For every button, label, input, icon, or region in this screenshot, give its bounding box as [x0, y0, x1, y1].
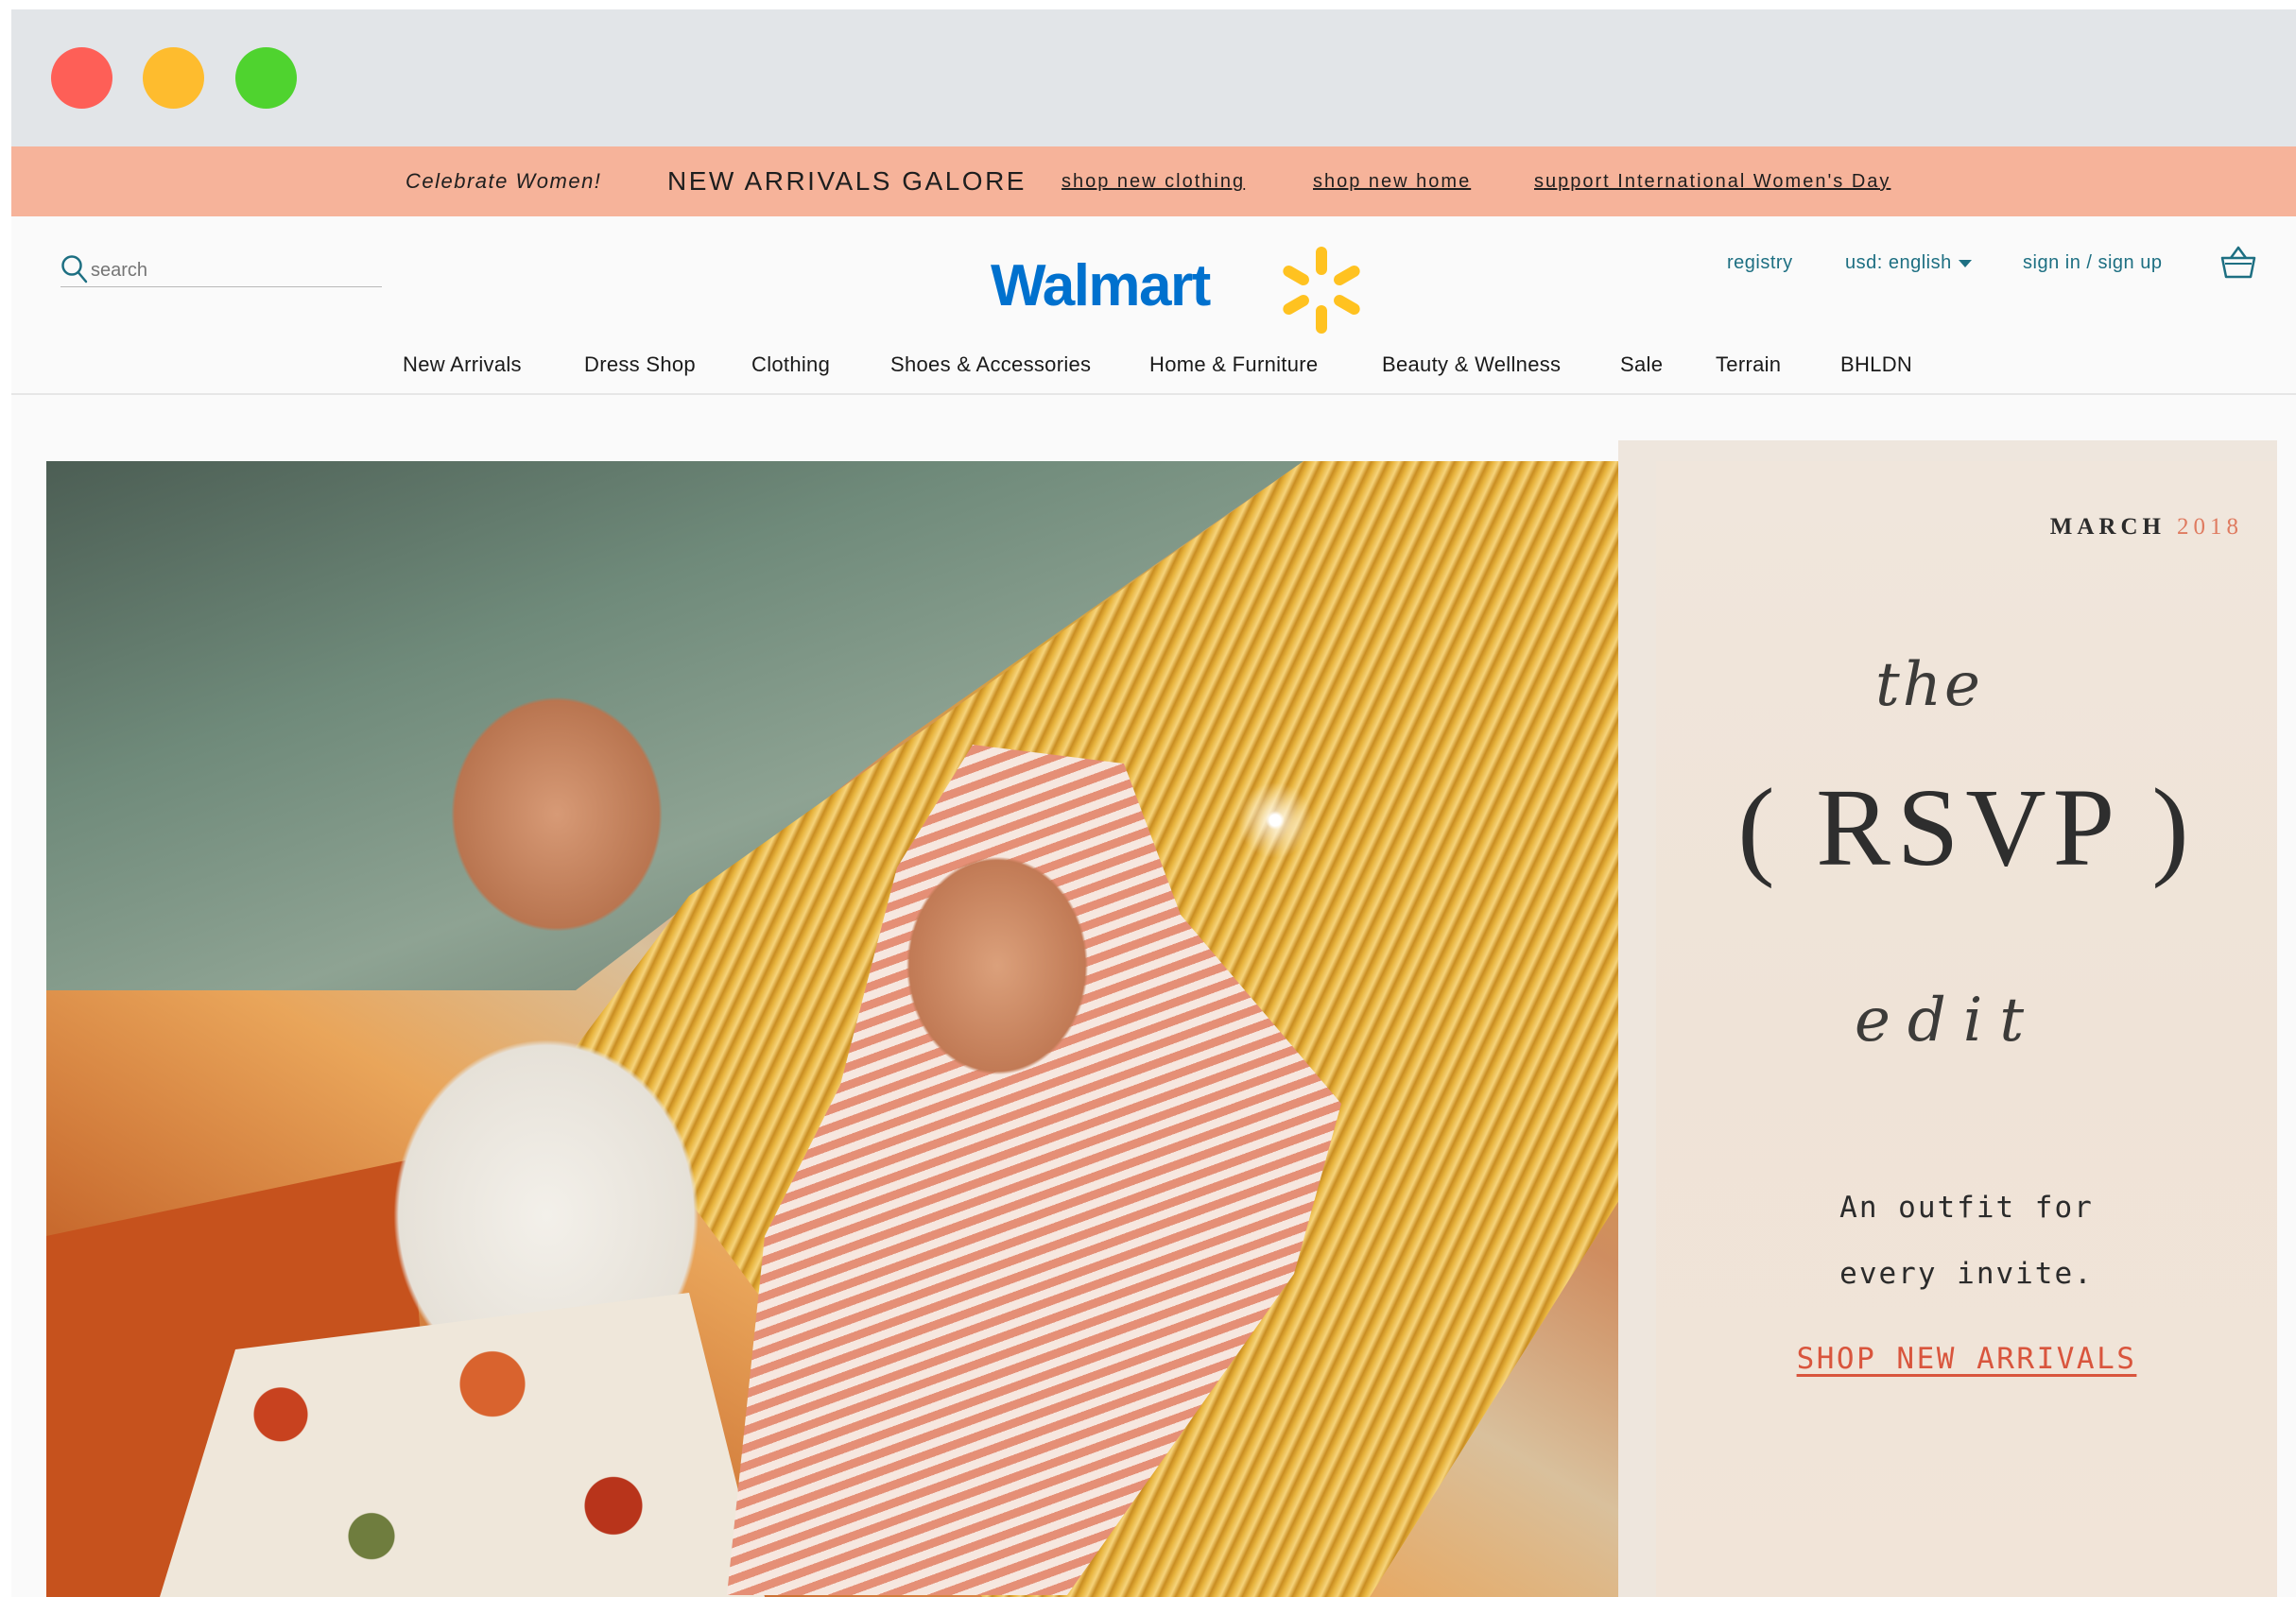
promo-bar: Celebrate Women! NEW ARRIVALS GALORE sho…: [11, 146, 2296, 216]
minimize-window-button[interactable]: [143, 47, 204, 109]
promo-tagline: Celebrate Women!: [406, 169, 602, 193]
nav-bhldn[interactable]: BHLDN: [1840, 344, 1912, 386]
shop-new-home-link[interactable]: shop new home: [1313, 146, 1471, 216]
nav-new-arrivals[interactable]: New Arrivals: [403, 344, 522, 386]
hero-subtitle-line-1: An outfit for: [1839, 1191, 2094, 1225]
logo-wordmark: Walmart: [991, 253, 1211, 318]
issue-month: MARCH: [2049, 514, 2166, 540]
search-icon[interactable]: [60, 254, 89, 284]
site-header: Walmart registry usd: english sign in / …: [11, 216, 2296, 395]
support-womens-day-link[interactable]: support International Women's Day: [1534, 146, 1890, 216]
spark-logo-icon: [1283, 247, 1360, 334]
hero-subtitle-line-2: every invite.: [1839, 1257, 2094, 1291]
hero-panel-card: MARCH 2018 the ( RSVP ) edit An outfit fo…: [1656, 461, 2277, 1597]
promo-headline: NEW ARRIVALS GALORE: [667, 166, 1027, 196]
currency-language-dropdown[interactable]: usd: english: [1845, 252, 1973, 274]
close-window-button[interactable]: [51, 47, 112, 109]
shopping-basket-icon[interactable]: [2219, 245, 2257, 281]
shop-new-clothing-link[interactable]: shop new clothing: [1062, 146, 1245, 216]
nav-dress-shop[interactable]: Dress Shop: [584, 344, 696, 386]
registry-link[interactable]: registry: [1727, 252, 1793, 274]
nav-beauty-wellness[interactable]: Beauty & Wellness: [1382, 344, 1561, 386]
search-input[interactable]: [91, 258, 365, 283]
nav-shoes-accessories[interactable]: Shoes & Accessories: [890, 344, 1091, 386]
shop-new-arrivals-button[interactable]: SHOP NEW ARRIVALS: [1797, 1342, 2137, 1376]
script-the: the: [1875, 650, 1983, 720]
window-titlebar: [11, 9, 2296, 146]
search-box: [60, 252, 382, 287]
nav-clothing[interactable]: Clothing: [751, 344, 830, 386]
chevron-down-icon: [1958, 259, 1972, 267]
script-edit: edit: [1855, 986, 2042, 1056]
cta-wrapper: SHOP NEW ARRIVALS: [1656, 1342, 2277, 1376]
hero-side-panel: MARCH 2018 the ( RSVP ) edit An outfit fo…: [1618, 440, 2277, 1597]
walmart-logo[interactable]: Walmart: [991, 243, 1369, 337]
hero-image[interactable]: [46, 461, 1656, 1597]
issue-date: MARCH 2018: [2050, 514, 2243, 541]
hero-sun-flare: [1200, 745, 1351, 896]
issue-year: 2018: [2177, 514, 2243, 540]
nav-sale[interactable]: Sale: [1620, 344, 1663, 386]
maximize-window-button[interactable]: [235, 47, 297, 109]
sign-in-link[interactable]: sign in / sign up: [2023, 252, 2162, 274]
nav-terrain[interactable]: Terrain: [1716, 344, 1781, 386]
hero-title: ( RSVP ): [1737, 765, 2196, 889]
browser-window: Celebrate Women! NEW ARRIVALS GALORE sho…: [11, 9, 2296, 1597]
nav-home-furniture[interactable]: Home & Furniture: [1149, 344, 1318, 386]
main-nav: New Arrivals Dress Shop Clothing Shoes &…: [11, 344, 2296, 386]
currency-label: usd: english: [1845, 252, 1952, 273]
